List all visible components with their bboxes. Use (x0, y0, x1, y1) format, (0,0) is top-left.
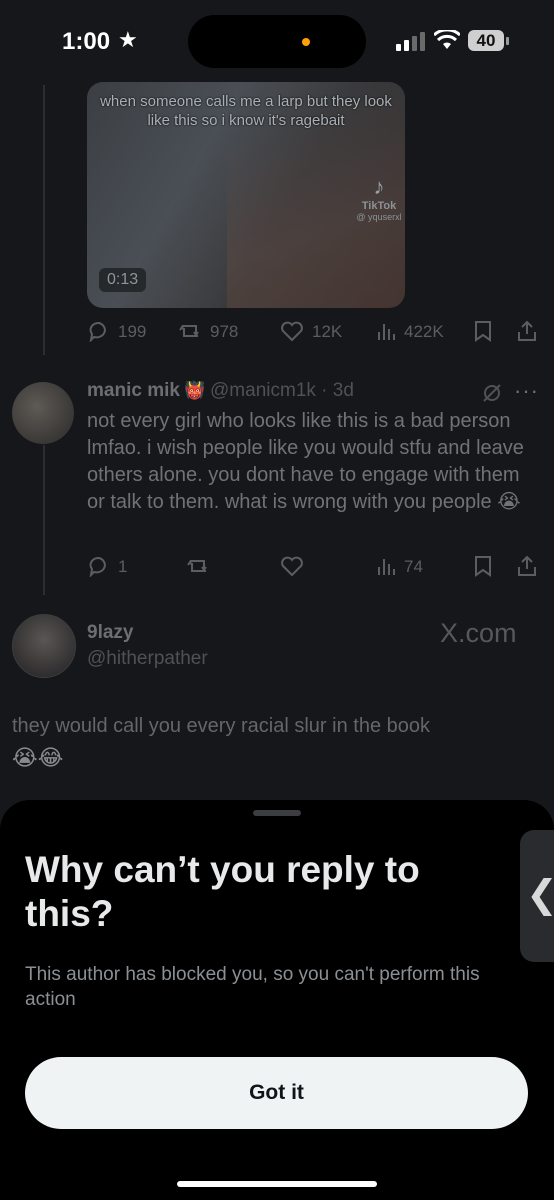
reply-icon (89, 557, 106, 578)
bookmark-button[interactable] (472, 555, 494, 582)
tiktok-watermark: ♪ TikTok @ yquserxl (349, 174, 405, 222)
video-duration: 0:13 (99, 268, 147, 292)
video-caption: when someone calls me a larp but they lo… (100, 93, 392, 129)
tiktok-icon: ♪ (373, 174, 385, 199)
video-thumbnail[interactable]: when someone calls me a larp but they lo… (87, 82, 405, 308)
source-label: X.com (440, 618, 517, 648)
reply-button[interactable]: 1 (88, 555, 127, 582)
reply-count: 1 (118, 557, 128, 576)
privacy-indicator (302, 38, 310, 46)
separator: · (315, 380, 333, 401)
got-it-button[interactable]: Got it (25, 1057, 528, 1129)
reply-icon (89, 322, 106, 343)
views-icon (378, 324, 395, 340)
thread-line (43, 85, 45, 355)
views-button[interactable]: 422K (376, 320, 444, 347)
more-options-icon[interactable]: ··· (514, 378, 539, 404)
like-button[interactable]: 12K (280, 320, 342, 347)
share-button[interactable] (516, 555, 538, 582)
author-handle[interactable]: @hitherpather (87, 648, 208, 670)
dynamic-island (188, 15, 366, 68)
views-count: 74 (404, 557, 423, 576)
emoji-line: 😭😂 (12, 745, 64, 770)
author-name[interactable]: manic mik (87, 380, 180, 401)
reply-button[interactable]: 199 (88, 320, 146, 347)
repost-button[interactable]: 978 (178, 320, 238, 347)
repost-icon (179, 325, 199, 337)
battery-nub (506, 37, 509, 45)
share-icon (518, 555, 536, 576)
badge-icon: 👹 (184, 381, 206, 400)
reply-count: 199 (118, 322, 147, 341)
chevron-left-icon[interactable]: ❮ (526, 872, 554, 917)
star-icon: ★ (118, 27, 138, 52)
reply-text: not every girl who looks like this is a … (87, 410, 524, 513)
tiktok-user: @ yquserxl (356, 212, 402, 222)
tiktok-brand: TikTok (361, 200, 397, 212)
like-button[interactable] (280, 555, 304, 582)
reply-action-bar: 1 74 (88, 555, 543, 583)
like-count: 12K (312, 322, 343, 341)
wifi-icon (434, 30, 460, 49)
avatar[interactable] (12, 382, 74, 444)
sheet-grabber[interactable] (253, 810, 301, 816)
share-button[interactable] (516, 320, 538, 347)
heart-icon (281, 556, 303, 577)
post-action-bar: 199 978 12K 422K (88, 320, 543, 348)
home-indicator[interactable] (177, 1181, 377, 1187)
battery-indicator: 40 (468, 30, 504, 51)
repost-count: 978 (210, 322, 239, 341)
sheet-body: This author has blocked you, so you can'… (25, 964, 480, 1010)
views-button[interactable]: 74 (376, 555, 423, 582)
quoted-text: they would call you every racial slur in… (12, 715, 430, 737)
reply-header: manic mik 👹 @manicm1k · 3d (87, 380, 354, 402)
post-time: 3d (332, 380, 354, 401)
grok-icon[interactable] (481, 382, 503, 404)
status-time: 1:00 (62, 28, 111, 55)
bookmark-button[interactable] (472, 320, 494, 347)
repost-button[interactable] (186, 555, 210, 582)
repost-icon (187, 560, 207, 572)
views-icon (378, 559, 395, 575)
author-name[interactable]: 9lazy (87, 622, 133, 644)
signal-icon (396, 32, 425, 51)
share-icon (518, 320, 536, 341)
sheet-title: Why can’t you reply to this? (25, 849, 420, 934)
bookmark-icon (475, 321, 491, 342)
views-count: 422K (404, 322, 444, 341)
author-handle[interactable]: @manicm1k (210, 380, 316, 401)
bookmark-icon (475, 556, 491, 577)
avatar[interactable] (12, 614, 76, 678)
heart-icon (281, 321, 303, 342)
thread-line (43, 445, 45, 595)
